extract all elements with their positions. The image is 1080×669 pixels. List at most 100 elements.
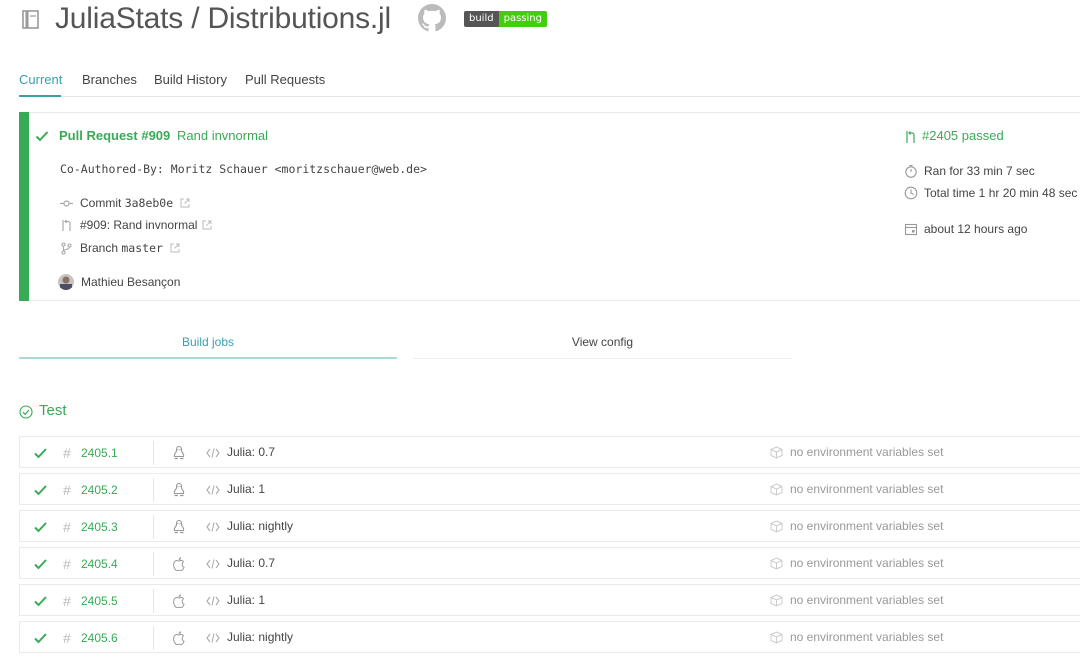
passed-check-icon — [34, 522, 47, 533]
job-language: Julia: nightly — [227, 519, 294, 533]
active-tab-indicator — [19, 95, 61, 97]
hash-icon: # — [63, 593, 71, 609]
divider — [153, 478, 154, 502]
job-number[interactable]: 2405.2 — [81, 483, 118, 497]
box-icon — [770, 446, 783, 459]
finished-time: about 12 hours ago — [924, 222, 1028, 236]
code-icon — [206, 448, 220, 458]
badge-status: passing — [498, 11, 547, 27]
linux-icon — [173, 445, 185, 460]
external-link-icon[interactable] — [202, 220, 212, 230]
hash-icon: # — [63, 445, 71, 461]
build-job-row[interactable]: #2405.3 Julia: nightly no environment vari… — [19, 510, 1080, 542]
divider — [153, 589, 154, 613]
tab-build-jobs[interactable]: Build jobs — [19, 324, 397, 359]
apple-icon — [173, 557, 185, 571]
avatar — [58, 274, 74, 290]
job-env: no environment variables set — [790, 630, 944, 644]
stage-passed-icon — [19, 405, 33, 419]
passed-check-icon — [34, 633, 47, 644]
code-icon — [206, 596, 220, 606]
tab-branches[interactable]: Branches — [82, 72, 137, 87]
tab-build-history[interactable]: Build History — [154, 72, 227, 87]
job-language: Julia: 1 — [227, 482, 266, 496]
commit-label: Commit — [80, 196, 122, 210]
job-number[interactable]: 2405.5 — [81, 594, 118, 608]
job-env: no environment variables set — [790, 445, 944, 459]
passed-check-icon — [34, 596, 47, 607]
pull-request-link[interactable]: #909: Rand invnormal — [80, 218, 197, 232]
repo-icon — [22, 10, 39, 29]
tab-pull-requests[interactable]: Pull Requests — [245, 72, 325, 87]
pull-request-icon — [62, 219, 71, 231]
github-icon[interactable] — [418, 4, 446, 32]
branch-icon — [61, 242, 72, 255]
passed-check-icon — [34, 559, 47, 570]
build-job-row[interactable]: #2405.6 Julia: nightly no environment vari… — [19, 621, 1080, 653]
code-icon — [206, 633, 220, 643]
box-icon — [770, 520, 783, 533]
box-icon — [770, 557, 783, 570]
job-number[interactable]: 2405.1 — [81, 446, 118, 460]
hash-icon: # — [63, 519, 71, 535]
box-icon — [770, 631, 783, 644]
job-language: Julia: 0.7 — [227, 445, 276, 459]
job-env: no environment variables set — [790, 482, 944, 496]
build-job-row[interactable]: #2405.5 Julia: 1 no environment variables … — [19, 584, 1080, 616]
external-link-icon[interactable] — [170, 243, 180, 253]
tab-view-config[interactable]: View config — [413, 324, 792, 359]
calendar-icon — [904, 223, 918, 236]
pull-request-title: Rand invnormal — [177, 128, 269, 143]
divider — [153, 515, 154, 539]
stopwatch-icon — [905, 164, 917, 178]
commit-message: Co-Authored-By: Moritz Schauer <moritzsc… — [60, 162, 427, 176]
external-link-icon[interactable] — [180, 198, 190, 208]
box-icon — [770, 483, 783, 496]
job-language: Julia: 1 — [227, 593, 266, 607]
commit-sha: 3a8eb0e — [124, 196, 174, 210]
branch-link[interactable]: Branch master — [80, 241, 163, 255]
build-number[interactable]: #2405 passed — [922, 128, 1004, 143]
box-icon — [770, 594, 783, 607]
commit-link[interactable]: Commit 3a8eb0e — [80, 196, 173, 210]
divider — [153, 441, 154, 465]
hash-icon: # — [63, 630, 71, 646]
passed-check-icon — [35, 131, 49, 142]
repo-title[interactable]: JuliaStats / Distributions.jl — [55, 0, 391, 38]
tab-current[interactable]: Current — [19, 72, 62, 87]
total-time: Total time 1 hr 20 min 48 sec — [924, 186, 1078, 200]
build-job-row[interactable]: #2405.4 Julia: 0.7 no environment variable… — [19, 547, 1080, 579]
apple-icon — [173, 594, 185, 608]
ran-for: Ran for 33 min 7 sec — [924, 164, 1035, 178]
branch-name: master — [121, 241, 163, 255]
status-stripe — [19, 112, 29, 301]
job-number[interactable]: 2405.4 — [81, 557, 118, 571]
hash-icon: # — [63, 482, 71, 498]
commit-icon — [60, 200, 73, 207]
code-icon — [206, 559, 220, 569]
divider — [153, 626, 154, 650]
job-number[interactable]: 2405.3 — [81, 520, 118, 534]
clock-icon — [904, 186, 918, 200]
badge-label: build — [464, 11, 499, 27]
linux-icon — [173, 519, 185, 534]
pull-request-icon — [906, 131, 915, 143]
code-icon — [206, 522, 220, 532]
build-job-row[interactable]: #2405.1 Julia: 0.7 no environment variable… — [19, 436, 1080, 468]
pull-request-number[interactable]: Pull Request #909 — [59, 128, 170, 143]
branch-label: Branch — [80, 241, 119, 255]
passed-check-icon — [34, 448, 47, 459]
job-env: no environment variables set — [790, 593, 944, 607]
hash-icon: # — [63, 556, 71, 572]
tab-divider — [19, 96, 1080, 97]
linux-icon — [173, 482, 185, 497]
build-job-row[interactable]: #2405.2 Julia: 1 no environment variables … — [19, 473, 1080, 505]
job-number[interactable]: 2405.6 — [81, 631, 118, 645]
job-env: no environment variables set — [790, 519, 944, 533]
job-env: no environment variables set — [790, 556, 944, 570]
code-icon — [206, 485, 220, 495]
build-status-badge[interactable]: build passing — [464, 11, 547, 27]
apple-icon — [173, 631, 185, 645]
author-name[interactable]: Mathieu Besançon — [81, 275, 180, 289]
divider — [153, 552, 154, 576]
